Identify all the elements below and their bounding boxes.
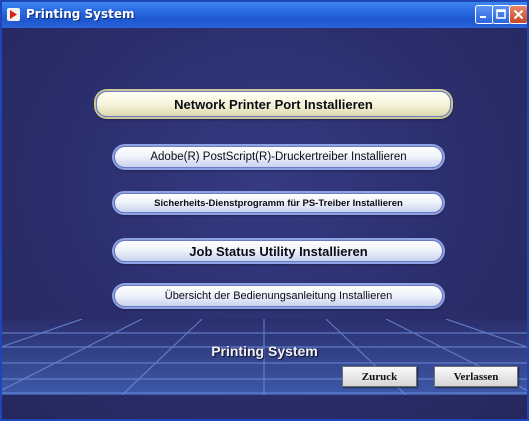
- back-button[interactable]: Zuruck: [342, 366, 417, 387]
- install-job-status-utility-button[interactable]: Job Status Utility Installieren: [114, 240, 443, 262]
- close-icon[interactable]: [509, 5, 527, 24]
- footer-title: Printing System: [211, 343, 318, 359]
- install-security-utility-button[interactable]: Sicherheits-Dienstprogramm für PS-Treibe…: [114, 193, 443, 213]
- title-bar[interactable]: Printing System: [2, 2, 527, 28]
- window-title: Printing System: [26, 7, 135, 21]
- installer-window: Printing System Network Printer Port Ins…: [0, 0, 529, 421]
- exit-button[interactable]: Verlassen: [434, 366, 518, 387]
- install-manual-overview-button[interactable]: Übersicht der Bedienungsanleitung Instal…: [114, 285, 443, 307]
- install-postscript-driver-button[interactable]: Adobe(R) PostScript(R)-Druckertreiber In…: [114, 146, 443, 168]
- app-icon: [7, 8, 20, 21]
- install-network-printer-port-button[interactable]: Network Printer Port Installieren: [96, 91, 451, 117]
